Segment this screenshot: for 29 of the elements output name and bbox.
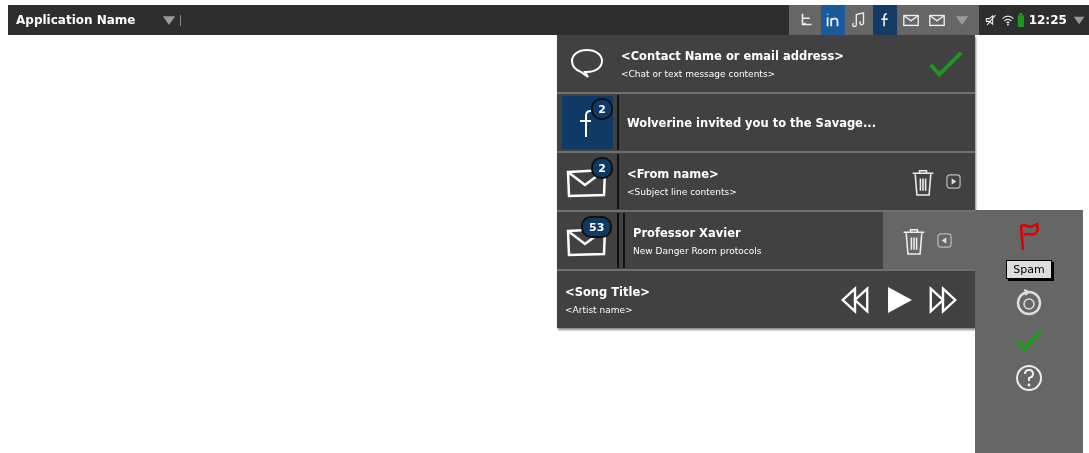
notification-title: <From name>	[627, 166, 720, 181]
caret-icon[interactable]	[1072, 14, 1085, 26]
rewind-icon[interactable]	[839, 284, 871, 315]
facebook-tray-icon[interactable]	[873, 5, 897, 35]
artist-name: <Artist name>	[565, 304, 634, 315]
song-title: <Song Title>	[565, 284, 651, 299]
notification-title: Wolverine invited you to the Savage...	[627, 115, 878, 130]
clock-time: 12:25	[1028, 13, 1067, 27]
spam-tooltip: Spam	[1006, 260, 1052, 279]
notification-row[interactable]: 53 Professor Xavier New Danger Room protocols	[557, 212, 975, 271]
linkedin-tray-icon[interactable]	[821, 5, 845, 35]
caret-icon[interactable]	[162, 14, 181, 26]
app-name: Application Name	[15, 13, 137, 27]
snooze-icon[interactable]	[1014, 287, 1044, 317]
notification-subtitle: <Chat or text message contents>	[621, 68, 777, 79]
notification-title: <Contact Name or email address>	[621, 48, 845, 63]
count-badge: 2	[591, 157, 613, 179]
notification-row[interactable]: <Contact Name or email address> <Chat or text message contents>	[557, 35, 975, 94]
notification-subtitle: <Subject line contents>	[627, 186, 738, 197]
muted-speaker-icon[interactable]	[985, 12, 999, 28]
help-icon[interactable]	[1014, 363, 1044, 393]
fast-forward-icon[interactable]	[927, 284, 959, 315]
count-badge: 53	[581, 216, 613, 238]
notification-title: Professor Xavier	[633, 225, 742, 240]
notification-row[interactable]: 2 Wolverine invited you to the Savage...	[557, 94, 975, 153]
battery-icon[interactable]	[1016, 11, 1025, 29]
notification-row[interactable]: 2 <From name> <Subject line contents>	[557, 153, 975, 212]
notification-subtitle: New Danger Room protocols	[633, 245, 763, 256]
facebook-tile-icon	[561, 96, 613, 149]
